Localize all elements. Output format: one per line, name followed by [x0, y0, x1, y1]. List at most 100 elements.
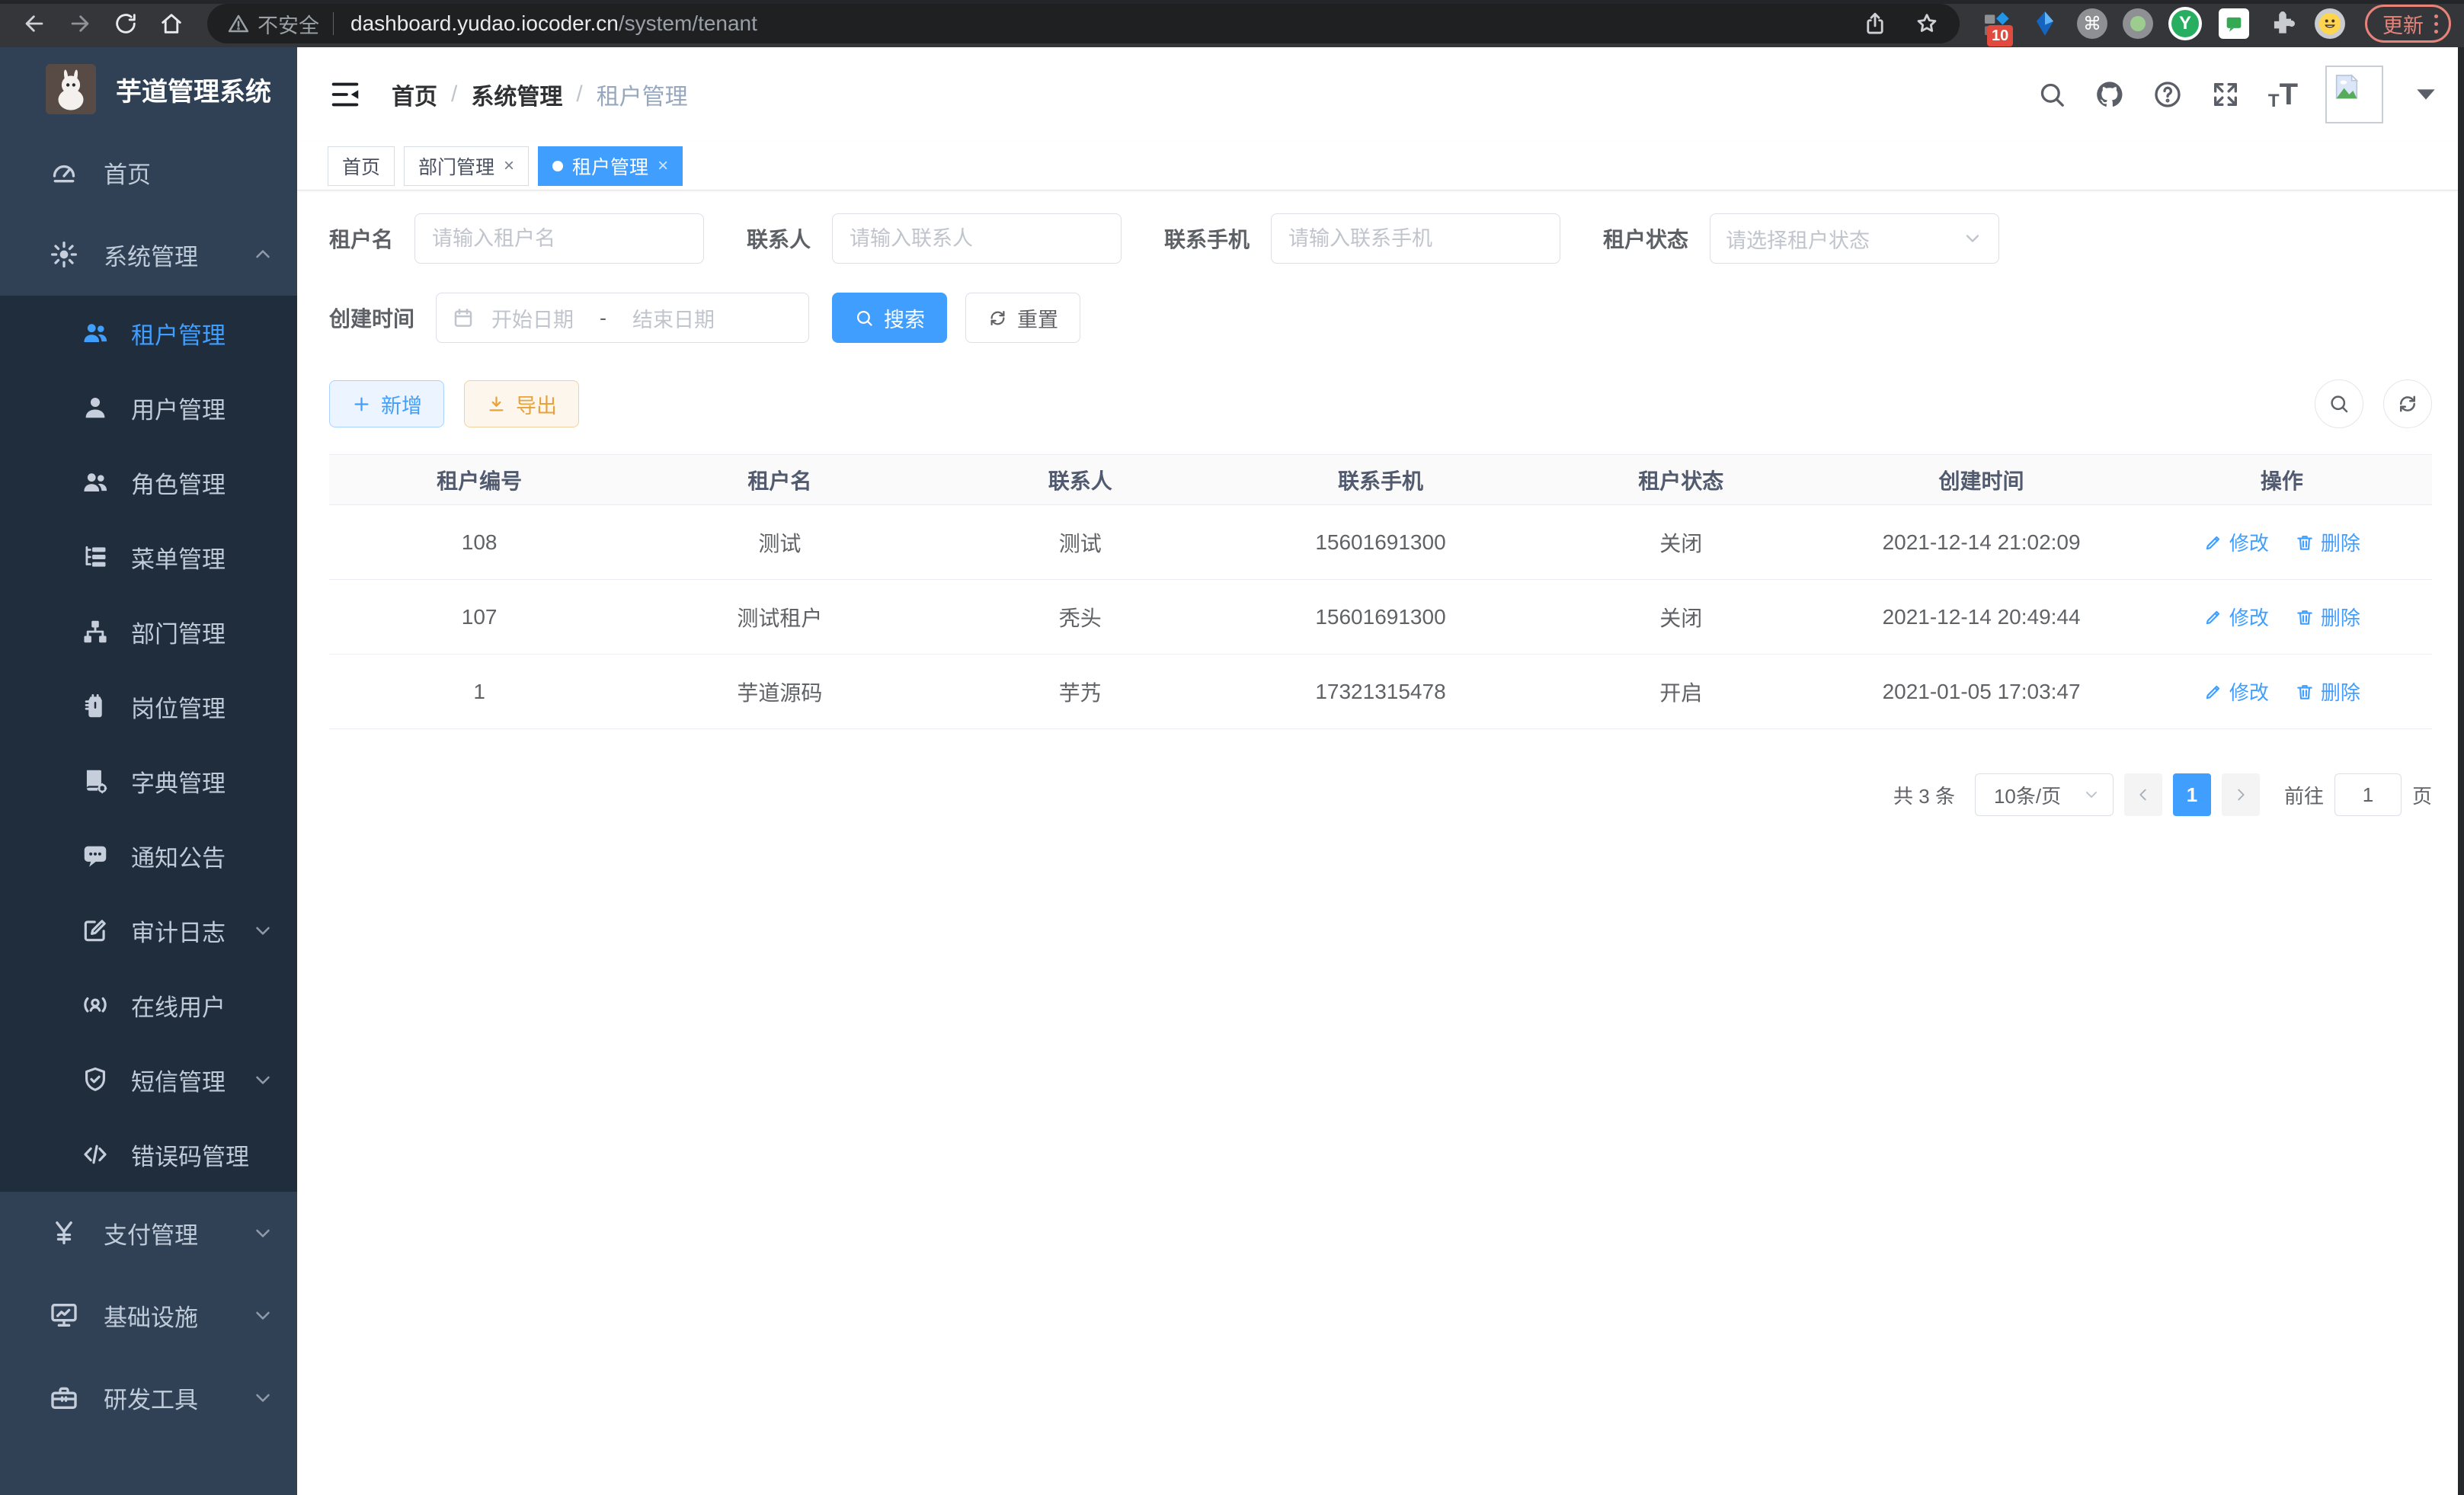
- edit-link[interactable]: 修改: [2203, 528, 2269, 556]
- sidebar-item-tenant-management[interactable]: 租户管理: [0, 296, 297, 370]
- delete-link[interactable]: 删除: [2295, 603, 2360, 631]
- edit-pen-icon: [2203, 533, 2223, 552]
- browser-home-button[interactable]: [154, 6, 189, 41]
- help-icon[interactable]: [2152, 79, 2183, 110]
- table-row: 108测试测试15601691300关闭2021-12-14 21:02:09修…: [329, 505, 2432, 580]
- delete-link[interactable]: 删除: [2295, 528, 2360, 556]
- extension-y-icon[interactable]: Y: [2168, 7, 2202, 40]
- app-logo[interactable]: 芋道管理系统: [0, 47, 297, 131]
- browser-menu-icon[interactable]: [2434, 14, 2438, 34]
- cell-contact: 测试: [930, 505, 1230, 580]
- sidebar-item-label: 菜单管理: [131, 540, 226, 575]
- add-button[interactable]: 新增: [329, 380, 444, 427]
- users-icon: [81, 319, 110, 347]
- forward-icon: [67, 11, 93, 37]
- sidebar-item-user-management[interactable]: 用户管理: [0, 370, 297, 445]
- browser-update-button[interactable]: 更新: [2365, 5, 2451, 43]
- github-icon[interactable]: [2094, 79, 2125, 110]
- browser-reload-button[interactable]: [108, 6, 143, 41]
- home-icon: [158, 11, 184, 37]
- sidebar-item-label: 审计日志: [131, 914, 226, 948]
- goto-page-input[interactable]: [2334, 773, 2402, 816]
- font-size-icon[interactable]: TT: [2268, 78, 2298, 112]
- page-1-button[interactable]: 1: [2173, 773, 2211, 816]
- extension-green-dot-icon[interactable]: [2123, 8, 2153, 39]
- sidebar-collapse-icon[interactable]: [328, 77, 363, 112]
- browser-scrollbar[interactable]: [2458, 47, 2464, 1495]
- prev-page-button[interactable]: [2124, 773, 2162, 816]
- sidebar-item-audit-log[interactable]: 审计日志: [0, 893, 297, 968]
- browser-back-button[interactable]: [17, 6, 52, 41]
- sidebar-item-notice-announcement[interactable]: 通知公告: [0, 818, 297, 893]
- phone-input[interactable]: [1271, 213, 1560, 264]
- sidebar-item-dev-tools[interactable]: 研发工具: [0, 1356, 297, 1439]
- create-time-range-picker[interactable]: 开始日期 - 结束日期: [436, 293, 809, 343]
- tenant-name-input[interactable]: [414, 213, 704, 264]
- column-header: 联系人: [930, 455, 1230, 505]
- sidebar-item-online-users[interactable]: 在线用户: [0, 968, 297, 1042]
- delete-link[interactable]: 删除: [2295, 677, 2360, 706]
- url-path[interactable]: /system/tenant: [619, 11, 757, 36]
- extension-emoji-icon[interactable]: [2315, 8, 2345, 39]
- extension-chat-icon[interactable]: [2217, 7, 2251, 40]
- extension-puzzle-icon[interactable]: [2266, 7, 2299, 40]
- breadcrumb-home[interactable]: 首页: [392, 78, 437, 111]
- browser-forward-button[interactable]: [62, 6, 98, 41]
- sidebar-item-payment-management[interactable]: 支付管理: [0, 1192, 297, 1274]
- url-host[interactable]: dashboard.yudao.iocoder.cn: [350, 11, 619, 36]
- reset-button[interactable]: 重置: [965, 293, 1080, 343]
- extension-command-icon[interactable]: ⌘: [2077, 8, 2107, 39]
- sidebar-menu: 首页系统管理租户管理用户管理角色管理菜单管理部门管理岗位管理字典管理通知公告审计…: [0, 131, 297, 1439]
- search-icon[interactable]: [2037, 79, 2067, 110]
- address-bar[interactable]: 不安全 dashboard.yudao.iocoder.cn/system/te…: [207, 4, 1960, 43]
- user-icon: [81, 393, 110, 422]
- security-label[interactable]: 不安全: [258, 9, 319, 39]
- sidebar-item-label: 租户管理: [131, 316, 226, 351]
- sidebar-item-menu-management[interactable]: 菜单管理: [0, 520, 297, 594]
- extension-kite-icon[interactable]: [2028, 7, 2062, 40]
- goto-label: 前往: [2284, 781, 2324, 809]
- cell-phone: 15601691300: [1230, 505, 1531, 580]
- cell-name: 测试: [629, 505, 930, 580]
- sidebar-item-home[interactable]: 首页: [0, 131, 297, 213]
- fullscreen-icon[interactable]: [2210, 79, 2241, 110]
- export-button[interactable]: 导出: [464, 380, 579, 427]
- edit-link[interactable]: 修改: [2203, 677, 2269, 706]
- sidebar-item-label: 基础设施: [104, 1298, 198, 1333]
- sidebar-item-sms-management[interactable]: 短信管理: [0, 1042, 297, 1117]
- sidebar-item-label: 系统管理: [104, 238, 198, 272]
- edit-link[interactable]: 修改: [2203, 603, 2269, 631]
- sidebar-item-dept-management[interactable]: 部门管理: [0, 594, 297, 669]
- cell-status: 开启: [1531, 655, 1831, 729]
- breadcrumb-system-management[interactable]: 系统管理: [471, 78, 562, 111]
- sidebar-item-role-management[interactable]: 角色管理: [0, 445, 297, 520]
- active-tab-dot: [552, 161, 563, 171]
- tab-tenant-management[interactable]: 租户管理×: [538, 146, 683, 186]
- sidebar-item-error-code-management[interactable]: 错误码管理: [0, 1117, 297, 1192]
- next-page-button[interactable]: [2222, 773, 2260, 816]
- status-select[interactable]: 请选择租户状态: [1710, 213, 1999, 264]
- sidebar-item-dict-management[interactable]: 字典管理: [0, 744, 297, 818]
- end-date-placeholder[interactable]: 结束日期: [632, 303, 715, 333]
- search-button[interactable]: 搜索: [832, 293, 947, 343]
- avatar-caret-icon[interactable]: [2411, 79, 2441, 110]
- page-size-select[interactable]: 10条/页: [1975, 773, 2114, 816]
- sidebar-item-infrastructure[interactable]: 基础设施: [0, 1274, 297, 1356]
- tab-close-icon[interactable]: ×: [504, 157, 514, 175]
- sidebar-item-post-management[interactable]: 岗位管理: [0, 669, 297, 744]
- bookmark-star-icon[interactable]: [1914, 11, 1940, 37]
- tab-dept-management[interactable]: 部门管理×: [404, 146, 529, 186]
- share-icon[interactable]: [1862, 11, 1888, 37]
- tab-home[interactable]: 首页: [328, 146, 395, 186]
- start-date-placeholder[interactable]: 开始日期: [491, 303, 574, 333]
- avatar[interactable]: [2325, 66, 2383, 123]
- calendar-icon: [452, 306, 475, 329]
- sidebar-item-system-management[interactable]: 系统管理: [0, 213, 297, 296]
- contact-input[interactable]: [832, 213, 1122, 264]
- top-navbar: 首页/系统管理/租户管理 TT: [297, 47, 2464, 142]
- date-separator: -: [600, 306, 606, 330]
- refresh-table-button[interactable]: [2383, 379, 2432, 428]
- show-search-toggle-button[interactable]: [2315, 379, 2363, 428]
- extension-diamond-icon[interactable]: 10: [1979, 7, 2013, 40]
- tab-close-icon[interactable]: ×: [658, 157, 668, 175]
